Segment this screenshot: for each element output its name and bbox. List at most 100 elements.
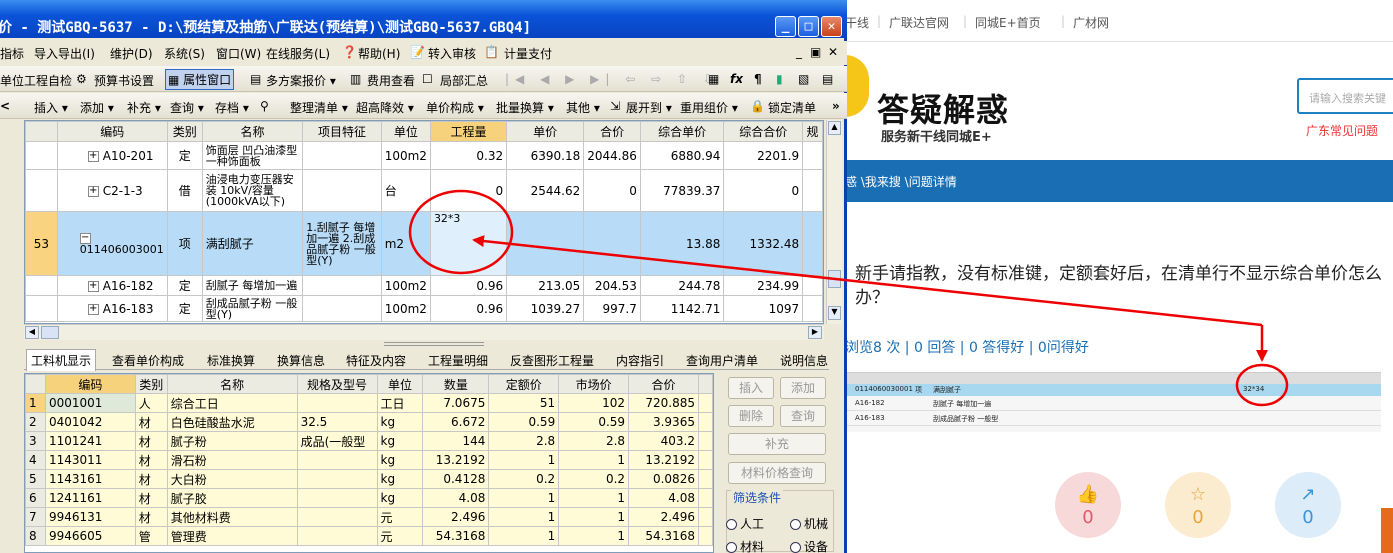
cell-market-price[interactable]: 102	[558, 393, 630, 413]
col-comp-total[interactable]: 综合合价	[723, 121, 804, 142]
lcol-unit[interactable]: 单位	[376, 374, 424, 394]
insert-menu[interactable]: 插入 ▾	[34, 99, 68, 116]
cell-qty[interactable]: 0.96	[429, 275, 508, 296]
menu-window[interactable]: 窗口(W)	[216, 45, 261, 62]
cell-code[interactable]: 0001001	[44, 393, 136, 413]
cell-name[interactable]: 腻子粉	[166, 431, 298, 451]
cell-spec[interactable]	[296, 450, 378, 470]
partial-sum-checkbox[interactable]: ☐	[422, 72, 433, 86]
cell-quota-price[interactable]: 0.59	[488, 412, 560, 432]
like-button[interactable]: 👍 0	[1055, 472, 1121, 538]
table-row[interactable]: + C2-1-3 借 油浸电力变压器安装 10kV/容量(1000kVA以下) 台…	[25, 169, 823, 212]
multi-quote-button[interactable]: 多方案报价 ▾	[266, 72, 336, 89]
lcol-spec[interactable]: 规格及型号	[296, 374, 378, 394]
cell-unit[interactable]: 元	[376, 507, 424, 527]
share-button[interactable]: ↗ 0	[1275, 472, 1341, 538]
other-menu[interactable]: 其他 ▾	[566, 99, 600, 116]
cell-unit[interactable]: kg	[376, 450, 424, 470]
hscroll-thumb[interactable]	[41, 326, 59, 339]
menu-transfer-audit[interactable]: 转入审核	[428, 45, 476, 62]
scroll-left-icon[interactable]: ◀	[25, 326, 39, 339]
table-row-selected[interactable]: 53 −011406003001 项 满刮腻子 1.刮腻子 每增加一遍 2.刮成…	[25, 211, 823, 276]
cell-code[interactable]: 1143011	[44, 450, 136, 470]
cell-market-price[interactable]: 1	[558, 507, 630, 527]
tab-graphic-qty[interactable]: 反查图形工程量	[510, 352, 594, 369]
cell-total[interactable]: 720.885	[628, 393, 699, 413]
link-glodon-site[interactable]: 广联达官网	[889, 14, 949, 31]
cell-qty[interactable]: 7.0675	[422, 393, 490, 413]
material-row[interactable]: 6 1241161 材腻子胶 kg 4.08 1 1 4.08	[25, 488, 713, 508]
tab-labor-material[interactable]: 工料机显示	[26, 349, 97, 371]
cell-qty[interactable]: 0.4128	[422, 469, 490, 489]
table-row[interactable]: + A16-183 定 刮成品腻子粉 一般型(Y) 100m2 0.96 1039…	[25, 295, 823, 322]
organize-list-menu[interactable]: 整理清单 ▾	[290, 99, 348, 116]
cell-name[interactable]: 其他材料费	[166, 507, 298, 527]
cell-code[interactable]: 0401042	[44, 412, 136, 432]
budget-settings-button[interactable]: 预算书设置	[94, 72, 154, 89]
cell-spec[interactable]	[296, 507, 378, 527]
cell-total[interactable]: 13.2192	[628, 450, 699, 470]
radio-device[interactable]: 设备	[790, 538, 828, 553]
splitter-handle[interactable]	[384, 342, 484, 346]
cell-type[interactable]: 材	[134, 431, 168, 451]
cell-code[interactable]: 9946131	[44, 507, 136, 527]
cell-unit[interactable]: kg	[376, 469, 424, 489]
col-spec[interactable]: 规	[802, 121, 823, 142]
link-gaxian[interactable]: 干线	[845, 14, 869, 31]
cell-code[interactable]: 1101241	[44, 431, 136, 451]
cell-name[interactable]: 白色硅酸盐水泥	[166, 412, 298, 432]
tab-convert-info[interactable]: 换算信息	[277, 352, 325, 369]
lcol-quota-price[interactable]: 定额价	[488, 374, 560, 394]
menu-index[interactable]: 指标	[0, 45, 24, 62]
lcol-code[interactable]: 编码	[44, 374, 136, 394]
cell-qty[interactable]: 2.496	[422, 507, 490, 527]
menu-maintain[interactable]: 维护(D)	[110, 45, 153, 62]
minimize-button[interactable]: _	[775, 16, 796, 37]
insert-button[interactable]: 插入	[728, 377, 774, 399]
menu-online[interactable]: 在线服务(L)	[266, 45, 330, 62]
cell-quota-price[interactable]: 1	[488, 450, 560, 470]
cell-code[interactable]: 9946605	[44, 526, 136, 546]
expand-icon[interactable]: +	[87, 280, 99, 292]
cell-qty[interactable]: 13.2192	[422, 450, 490, 470]
horizontal-scrollbar[interactable]: ◀ ▶	[24, 324, 824, 340]
material-row[interactable]: 5 1143161 材大白粉 kg 0.4128 0.2 0.2 0.0826	[25, 469, 713, 489]
col-feature[interactable]: 项目特征	[302, 121, 382, 142]
cell-qty[interactable]: 0.32	[429, 141, 508, 170]
cell-name[interactable]: 滑石粉	[166, 450, 298, 470]
nav-arrows[interactable]: |◀ ◀ ▶ ▶| ⇦ ⇨ ⇧ ⇩	[505, 72, 719, 86]
cell-unit[interactable]: kg	[376, 431, 424, 451]
menu-import-export[interactable]: 导入导出(I)	[34, 45, 95, 62]
col-name[interactable]: 名称	[201, 121, 304, 142]
cell-unit[interactable]: 工日	[376, 393, 424, 413]
cell-qty[interactable]: 4.08	[422, 488, 490, 508]
tab-feature-content[interactable]: 特征及内容	[346, 352, 406, 369]
close-button[interactable]: ✕	[821, 16, 842, 37]
expand-icon[interactable]: +	[87, 150, 99, 162]
search-input[interactable]: 请输入搜索关键	[1297, 78, 1393, 114]
cell-type[interactable]: 人	[134, 393, 168, 413]
height-reduce-menu[interactable]: 超高降效 ▾	[356, 99, 414, 116]
expand-icon[interactable]: +	[87, 185, 99, 197]
reuse-price-menu[interactable]: 重用组价 ▾	[680, 99, 738, 116]
cell-qty[interactable]: 144	[422, 431, 490, 451]
menu-help[interactable]: 帮助(H)	[358, 45, 400, 62]
cell-quota-price[interactable]: 1	[488, 526, 560, 546]
cell-name[interactable]: 腻子胶	[166, 488, 298, 508]
print-icon[interactable]: ▤	[822, 72, 833, 86]
material-row[interactable]: 2 0401042 材白色硅酸盐水泥 32.5 kg 6.672 0.59 0.59 3.936…	[25, 412, 713, 432]
radio-labor[interactable]: 人工	[726, 515, 764, 532]
lcol-market-price[interactable]: 市场价	[558, 374, 630, 394]
cell-market-price[interactable]: 2.8	[558, 431, 630, 451]
tab-unit-price[interactable]: 查看单价构成	[112, 352, 184, 369]
col-price[interactable]: 单价	[506, 121, 585, 142]
tab-description[interactable]: 说明信息	[780, 352, 828, 369]
self-check-button[interactable]: 单位工程自检	[0, 72, 72, 89]
material-row[interactable]: 8 9946605 管管理费元 54.3168 1 1 54.3168	[25, 526, 713, 546]
cell-unit[interactable]: kg	[376, 412, 424, 432]
cell-spec[interactable]: 成品(一般型	[296, 431, 378, 451]
col-qty[interactable]: 工程量	[429, 121, 508, 142]
cell-name[interactable]: 大白粉	[166, 469, 298, 489]
scroll-up-icon[interactable]: ▲	[828, 121, 841, 135]
float-tab[interactable]	[1381, 508, 1393, 553]
